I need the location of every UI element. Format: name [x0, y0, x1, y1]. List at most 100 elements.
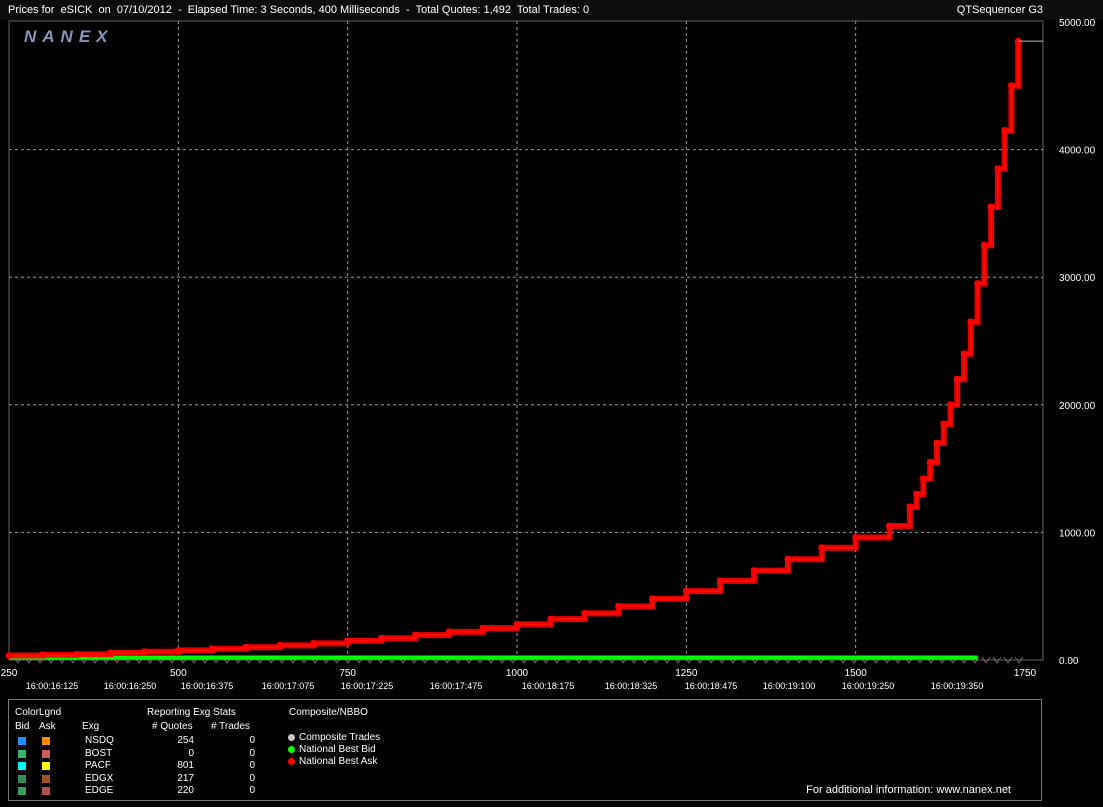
y-axis: 0.00 1000.00 2000.00 3000.00 4000.00 5000.00	[1059, 18, 1096, 667]
ask-point	[581, 610, 589, 617]
ask-point	[682, 587, 690, 595]
header-quotes: # Quotes	[152, 721, 193, 732]
exchange-name: NSDQ	[85, 735, 114, 746]
legend-title-colors: ColorLgnd	[15, 707, 62, 718]
price-chart: 0.00 1000.00 2000.00 3000.00 4000.00 500 0.00 …	[1, 18, 1096, 691]
ask-point	[980, 241, 988, 249]
x-axis: 250 500 750 1000 1250 1500 1750	[1, 668, 1037, 679]
ask-point	[344, 637, 352, 645]
ask-point	[649, 595, 656, 603]
ask-point	[5, 652, 13, 659]
ask-point	[933, 439, 941, 447]
quote-count: 801	[177, 760, 194, 771]
quote-count: 220	[177, 785, 194, 796]
ask-point	[994, 165, 1002, 173]
header-bid: Bid	[15, 721, 30, 732]
ask-point	[974, 280, 981, 287]
ask-point	[1001, 127, 1009, 134]
legend-panel: ColorLgnd Reporting Exg Stats Composite/…	[8, 699, 1042, 801]
header-exg: Exg	[82, 721, 100, 732]
ask-point	[242, 643, 250, 651]
trade-count: 0	[249, 747, 255, 759]
footer-link[interactable]: For additional information: www.nanex.ne…	[806, 784, 1011, 796]
time-label: 16:00:19:350	[931, 681, 984, 691]
ask-point	[818, 544, 826, 552]
quote-count: 217	[177, 772, 194, 784]
ask-point	[940, 420, 948, 428]
ask-point	[1008, 82, 1015, 90]
y-tick-label: 3000.00	[1059, 273, 1096, 284]
x-tick-label: 1750	[1014, 668, 1037, 679]
ask-point	[913, 490, 921, 498]
nanex-logo: NANEX	[24, 27, 114, 46]
y-tick-label: 2000.00	[1059, 401, 1096, 412]
y-tick-label: 1000.00	[1059, 528, 1096, 539]
exchange-name: EDGX	[85, 772, 114, 784]
ask-point	[276, 641, 284, 649]
y-tick-label: 5000.00	[1059, 18, 1096, 29]
ask-point	[513, 620, 521, 628]
ask-point	[310, 640, 318, 647]
y-tick-label: 0.00	[1059, 656, 1079, 667]
ask-point	[967, 318, 975, 326]
ask-point	[208, 645, 216, 653]
x-tick-label: 250	[1, 668, 18, 679]
ask-point	[174, 647, 182, 654]
ask-point	[960, 350, 968, 358]
nbbo-dot	[288, 746, 295, 753]
x-tick-label: 1000	[506, 668, 529, 679]
ask-point	[987, 203, 995, 211]
ask-color-swatch	[42, 749, 50, 758]
time-label: 16:00:16:125	[26, 681, 79, 691]
bid-color-swatch	[18, 762, 26, 770]
ask-point	[378, 634, 385, 642]
x-tick-label: 1250	[675, 668, 698, 679]
ask-point	[926, 458, 934, 466]
nbbo-dot	[288, 734, 295, 741]
ask-point	[73, 650, 81, 658]
trade-count: 0	[249, 760, 255, 771]
nbbo-label: National Best Bid	[299, 744, 376, 755]
time-axis: 16:00:16:125 16:00:16:250 16:00:16:375 16:0…	[26, 681, 984, 691]
trade-count: 0	[249, 785, 255, 796]
time-label: 16:00:19:100	[763, 681, 816, 691]
ask-color-swatch	[42, 737, 50, 745]
quote-count: 0	[188, 747, 194, 759]
bid-color-swatch	[18, 749, 26, 758]
time-label: 16:00:17:225	[341, 681, 394, 691]
header-trades: # Trades	[211, 721, 250, 732]
ask-point	[479, 624, 487, 632]
quote-count: 254	[177, 735, 194, 746]
ask-point	[412, 631, 419, 639]
time-label: 16:00:16:250	[104, 681, 157, 691]
ask-point	[445, 628, 453, 636]
nbbo-label: Composite Trades	[299, 732, 381, 743]
bid-color-swatch	[18, 737, 26, 745]
trade-count: 0	[249, 772, 255, 784]
ask-point	[547, 615, 555, 623]
legend-title-nbbo: Composite/NBBO	[289, 707, 368, 718]
exchange-name: EDGE	[85, 785, 114, 796]
time-label: 16:00:17:075	[262, 681, 315, 691]
time-label: 16:00:18:175	[522, 681, 575, 691]
ask-point	[906, 503, 914, 511]
bid-color-swatch	[18, 774, 26, 783]
plot-area	[8, 20, 1044, 661]
ask-point	[750, 567, 758, 575]
ask-point	[716, 577, 724, 585]
time-label: 16:00:18:475	[685, 681, 738, 691]
ask-point	[39, 651, 47, 659]
legend-title-stats: Reporting Exg Stats	[147, 707, 236, 718]
x-tick-label: 1500	[845, 668, 868, 679]
nbbo-label: National Best Ask	[299, 756, 378, 767]
ask-point	[886, 522, 893, 530]
ask-point	[953, 375, 961, 383]
x-tick-label: 750	[339, 668, 356, 679]
ask-color-swatch	[42, 762, 50, 770]
time-label: 16:00:17:475	[430, 681, 483, 691]
bid-color-swatch	[18, 787, 26, 795]
ask-point	[141, 648, 148, 656]
ask-point	[920, 475, 927, 483]
ask-point	[615, 603, 622, 610]
exchange-name: PACF	[85, 760, 111, 771]
